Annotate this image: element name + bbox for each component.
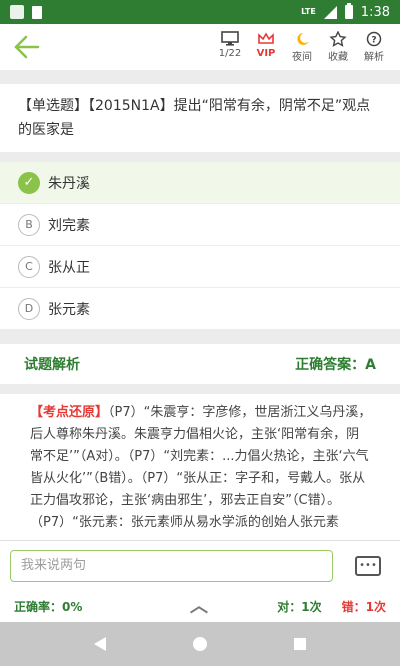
favorite-button[interactable]: 收藏 [320,30,356,63]
divider [0,330,400,344]
status-bar: LTE 1:38 [0,0,400,24]
divider [0,70,400,84]
divider [0,152,400,162]
nav-back-icon[interactable] [93,637,106,651]
stats-bar: 正确率：0% ︿ 对：1次 错：1次 [0,590,400,622]
night-mode-button[interactable]: 夜间 [284,30,320,63]
option-c-text: 张从正 [48,259,90,276]
analysis-label: 解析 [364,52,384,63]
key-point-tag: 【考点还原】 [30,405,109,420]
crown-icon [257,30,275,48]
accuracy-rate: 正确率：0% [14,599,83,614]
sd-card-icon [32,5,42,19]
option-c[interactable]: C 张从正 [0,246,400,288]
comment-icon[interactable]: ••• [355,555,381,576]
analysis-body-text: （P7）“朱震亨：字彦修，世居浙江义乌丹溪，后人尊称朱丹溪。朱震亨力倡相火论，主… [30,405,372,530]
vip-label: VIP [256,48,276,59]
option-c-letter: C [18,255,40,278]
svg-text:?: ? [371,36,376,46]
signal-icon [323,5,337,19]
option-a[interactable]: ✓ 朱丹溪 [0,162,400,204]
clock: 1:38 [360,4,390,20]
night-mode-label: 夜间 [292,52,312,63]
option-a-text: 朱丹溪 [48,175,90,192]
option-d-letter: D [18,297,40,320]
check-icon: ✓ [18,171,40,194]
option-b-letter: B [18,213,40,236]
question-index-label: 1/22 [218,48,242,59]
question-index-button[interactable]: 1/22 [212,30,248,63]
correct-answer: 正确答案：A [295,357,376,373]
moon-icon [293,30,311,48]
option-d-text: 张元素 [48,301,90,318]
divider [0,384,400,394]
nav-home-icon[interactable] [192,637,207,651]
back-button[interactable] [12,34,42,62]
vip-button[interactable]: VIP [248,30,284,63]
analysis-header: 试题解析 正确答案：A [0,344,400,384]
analysis-button[interactable]: ? 解析 [356,30,392,63]
toolbar: 1/22 VIP 夜间 收藏 ? 解析 [0,24,400,70]
monitor-icon [221,30,239,48]
option-b[interactable]: B 刘完素 [0,204,400,246]
analysis-title: 试题解析 [24,357,80,373]
battery-icon [344,3,353,19]
lte-indicator: LTE [301,7,316,16]
system-nav-bar [0,622,400,666]
comment-bar: ••• [0,540,400,590]
analysis-text: 【考点还原】（P7）“朱震亨：字彦修，世居浙江义乌丹溪，后人尊称朱丹溪。朱震亨力… [0,394,400,540]
back-arrow-icon [14,35,40,59]
comment-input[interactable] [10,549,333,582]
question-text: 【单选题】【2015N1A】提出“阳常有余，阴常不足”观点的医家是 [0,84,400,152]
chevron-up-icon[interactable]: ︿ [190,592,208,618]
notification-icon [10,5,24,19]
nav-recents-icon[interactable] [294,638,307,650]
favorite-label: 收藏 [328,52,348,63]
star-icon [329,30,347,48]
wrong-count: 错：1次 [341,599,386,614]
correct-count: 对：1次 [277,599,322,614]
option-d[interactable]: D 张元素 [0,288,400,330]
option-b-text: 刘完素 [48,217,90,234]
help-circle-icon: ? [365,30,383,48]
